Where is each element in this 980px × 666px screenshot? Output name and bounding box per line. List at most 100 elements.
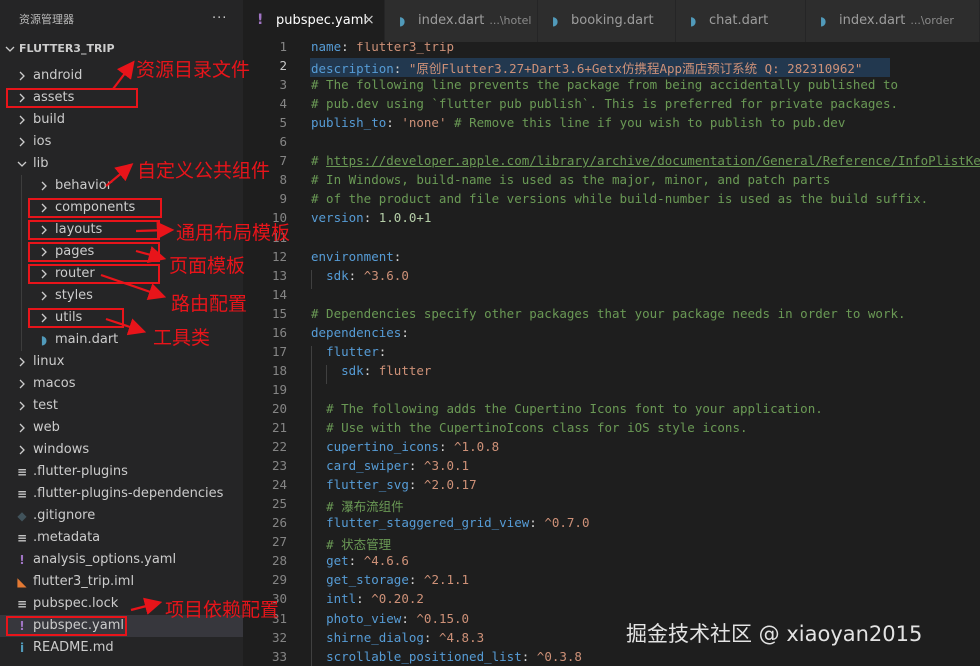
tree-item-gitignore[interactable]: ◆ .gitignore: [0, 505, 243, 527]
line-number: 29: [271, 572, 287, 588]
code-token: # 瀑布流组件: [326, 499, 404, 515]
tree-item-web[interactable]: web: [0, 417, 243, 439]
code-token: flutter3_trip: [356, 42, 455, 54]
code-line: photo_view: ^0.15.0: [311, 611, 469, 626]
annotation-label-router: 路由配置: [171, 293, 248, 315]
tree-item-flutter-plugins[interactable]: ≡ .flutter-plugins: [0, 461, 243, 483]
code-token: scrollable_positioned_list: [326, 648, 522, 664]
tree-item-label: .flutter-plugins-dependencies: [33, 486, 224, 501]
code-line: sdk: flutter: [311, 363, 431, 378]
tab-index-dart-hotel[interactable]: ◗ index.dart ...\hotel: [385, 0, 538, 42]
code-line: dependencies:: [311, 325, 409, 340]
line-number: 23: [271, 458, 287, 474]
code-token: :: [363, 210, 379, 226]
chevron-down-icon: [17, 161, 27, 167]
code-token: :: [438, 439, 455, 455]
line-number: 19: [271, 381, 287, 397]
chevron-down-icon: [5, 46, 15, 52]
annotation-label-pubspec-yaml: 项目依赖配置: [165, 599, 280, 621]
tab-booking-dart[interactable]: ◗ booking.dart: [538, 0, 676, 42]
tree-item-label: .metadata: [33, 530, 101, 545]
tree-item-label: .gitignore: [33, 508, 96, 523]
tab-filename: index.dart: [418, 13, 485, 28]
code-editor[interactable]: 1 2 3 4 5 6 7 8 9 10 11 12 13 14 15 16 17 18 19 20 21 22 23 24 2…: [243, 42, 980, 666]
line-number: 5: [279, 115, 287, 131]
tree-item-label: windows: [33, 442, 90, 457]
code-token: :: [408, 477, 424, 493]
annotation-label-components: 自定义公共组件: [137, 160, 271, 182]
code-token: shirne_dialog: [326, 629, 424, 645]
dart-file-icon: ◗: [40, 333, 48, 347]
tree-item-label: behavior: [55, 178, 113, 193]
code-line: # In Windows, build-name is used as the …: [311, 172, 830, 187]
code-token: ^4.8.3: [438, 629, 485, 645]
line-number: 4: [279, 96, 287, 112]
tab-pubspec-yaml[interactable]: ! pubspec.yaml ×: [243, 0, 385, 42]
chevron-right-icon: [19, 71, 25, 81]
code-token: photo_view: [326, 610, 402, 626]
text-file-icon: ≡: [16, 597, 28, 611]
code-token: 'none': [401, 115, 447, 131]
tree-item-label: styles: [55, 288, 93, 303]
code-token: :: [408, 458, 424, 474]
tree-item-metadata[interactable]: ≡ .metadata: [0, 527, 243, 549]
line-number: 1: [279, 42, 287, 54]
code-token: :: [348, 553, 364, 569]
code-line: # The following adds the Cupertino Icons…: [311, 401, 823, 416]
code-token: ^0.20.2: [371, 591, 424, 607]
code-token: sdk: [341, 362, 364, 378]
text-file-icon: ≡: [16, 531, 28, 545]
chevron-right-icon: [19, 401, 25, 411]
line-number: 22: [271, 439, 287, 455]
tree-item-ios[interactable]: ios: [0, 131, 243, 153]
tree-item-label: android: [33, 68, 83, 83]
tree-item-test[interactable]: test: [0, 395, 243, 417]
code-token: # Use with the CupertinoIcons class for …: [326, 420, 748, 435]
line-number: 14: [271, 286, 287, 302]
tree-item-flutter-plugins-dependencies[interactable]: ≡ .flutter-plugins-dependencies: [0, 483, 243, 505]
workspace-root-label: FLUTTER3_TRIP: [19, 42, 115, 55]
code-line: environment:: [311, 249, 401, 264]
tree-item-readme-md[interactable]: i README.md: [0, 637, 243, 659]
tree-item-windows[interactable]: windows: [0, 439, 243, 461]
tree-item-linux[interactable]: linux: [0, 351, 243, 373]
code-line: # The following line prevents the packag…: [311, 77, 898, 92]
code-token: # of the product and file versions while…: [311, 191, 929, 207]
tree-item-flutter3-trip-iml[interactable]: ◣ flutter3_trip.iml: [0, 571, 243, 593]
annotation-box-pubspec-yaml: [6, 616, 127, 636]
code-token: # 状态管理: [326, 537, 392, 553]
tree-item-label: ios: [33, 134, 52, 149]
code-token: ^0.15.0: [416, 610, 470, 626]
more-actions-icon[interactable]: ···: [212, 11, 227, 26]
code-token: :: [356, 591, 372, 607]
chevron-right-icon: [41, 181, 47, 191]
tree-item-label: test: [33, 398, 58, 413]
tab-chat-dart[interactable]: ◗ chat.dart: [676, 0, 806, 42]
code-token: # In Windows, build-name is used as the …: [311, 172, 831, 188]
line-number: 16: [271, 324, 287, 340]
code-line: # of the product and file versions while…: [311, 191, 928, 206]
code-token: :: [341, 42, 357, 54]
code-line: # https://developer.apple.com/library/ar…: [311, 153, 980, 168]
tree-item-label: macos: [33, 376, 76, 391]
close-tab-icon[interactable]: ×: [363, 12, 375, 28]
code-line: # Use with the CupertinoIcons class for …: [311, 420, 748, 435]
tree-item-label: .flutter-plugins: [33, 464, 128, 479]
git-file-icon: ◆: [17, 509, 27, 523]
code-token: :: [521, 648, 537, 664]
annotation-label-pages: 页面模板: [169, 255, 246, 277]
tree-item-analysis-options-yaml[interactable]: ! analysis_options.yaml: [0, 549, 243, 571]
code-token: version: [311, 210, 364, 226]
chevron-right-icon: [19, 445, 25, 455]
tab-label: booking.dart: [571, 13, 654, 28]
code-token: get: [326, 553, 349, 569]
tree-item-build[interactable]: build: [0, 109, 243, 131]
tab-index-dart-order[interactable]: ◗ index.dart ...\order: [806, 0, 980, 42]
code-line: intl: ^0.20.2: [311, 591, 424, 606]
tree-item-macos[interactable]: macos: [0, 373, 243, 395]
